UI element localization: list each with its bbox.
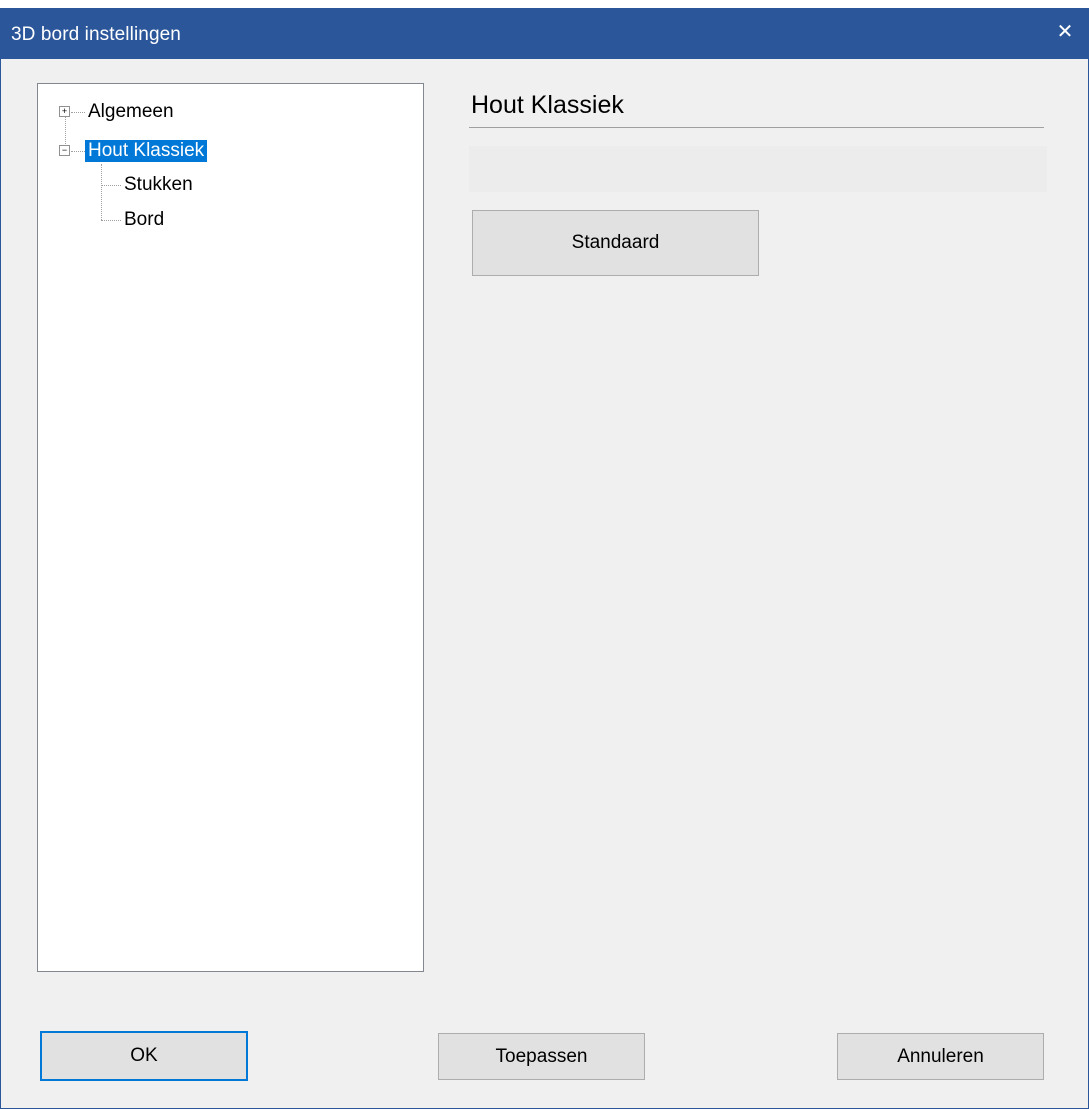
- page-title-text: Hout Klassiek: [471, 91, 624, 119]
- dialog-window: 3D bord instellingen ✕ + Algemeen − Hout…: [0, 8, 1089, 1109]
- tree-connector: [101, 185, 121, 186]
- page-title: Hout Klassiek: [469, 87, 1044, 128]
- tree-item-algemeen[interactable]: Algemeen: [85, 99, 177, 125]
- tree-item-label: Bord: [124, 209, 165, 230]
- tree-connector: [101, 220, 121, 221]
- tree-root-connector: [65, 117, 66, 148]
- tree-item-stukken[interactable]: Stukken: [121, 172, 196, 198]
- close-icon: ✕: [1056, 20, 1074, 43]
- tree-item-label: Stukken: [124, 174, 193, 195]
- tree-item-label: Algemeen: [88, 101, 174, 122]
- close-button[interactable]: ✕: [1042, 8, 1088, 54]
- tree-item-hout-klassiek[interactable]: Hout Klassiek: [85, 138, 208, 164]
- tree-item-bord[interactable]: Bord: [121, 207, 167, 233]
- description-area: [469, 146, 1047, 192]
- expand-icon[interactable]: +: [59, 106, 70, 117]
- apply-button[interactable]: Toepassen: [438, 1033, 645, 1080]
- collapse-icon[interactable]: −: [59, 145, 70, 156]
- tree-connector: [71, 151, 85, 152]
- ok-button[interactable]: OK: [40, 1031, 248, 1081]
- title-bar[interactable]: 3D bord instellingen ✕: [1, 8, 1088, 59]
- tree-connector: [71, 112, 85, 113]
- settings-tree[interactable]: + Algemeen − Hout Klassiek Stukken Bord: [37, 83, 424, 972]
- tree-item-label: Hout Klassiek: [85, 140, 208, 162]
- tree-child-connector: [101, 164, 102, 220]
- window-title: 3D bord instellingen: [11, 24, 181, 45]
- cancel-button[interactable]: Annuleren: [837, 1033, 1044, 1080]
- standaard-button[interactable]: Standaard: [472, 210, 759, 276]
